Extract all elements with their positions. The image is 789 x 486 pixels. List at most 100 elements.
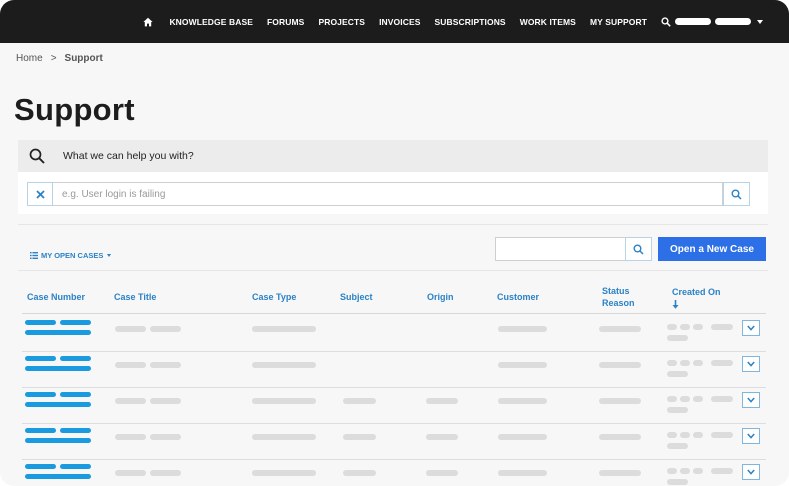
row-expand-button[interactable] [742,428,760,444]
case-title-placeholder [150,326,181,332]
breadcrumb: Home > Support [16,53,103,64]
table-row[interactable] [22,424,766,460]
origin-placeholder [426,398,458,404]
case-number-placeholder [25,330,91,335]
case-title-placeholder [115,326,146,332]
help-search-header: What we can help you with? [18,140,768,172]
column-header-origin[interactable]: Origin [427,280,454,314]
help-search-panel [18,172,768,214]
origin-placeholder [426,434,458,440]
breadcrumb-separator: > [50,53,57,64]
user-name-placeholder[interactable] [715,18,751,25]
created-on-placeholder [693,468,703,474]
created-on-placeholder [711,360,733,366]
column-label: Case Number [27,292,86,302]
page-title: Support [14,92,135,127]
created-on-placeholder [667,360,677,366]
help-search-input[interactable] [53,182,723,206]
status-reason-placeholder [599,434,641,440]
chevron-down-icon [107,254,112,257]
clear-search-button[interactable] [27,182,53,206]
list-icon [30,252,38,259]
case-number-placeholder [25,464,56,469]
user-menu-chevron-down-icon[interactable] [757,19,763,24]
column-label: Customer [497,292,540,302]
customer-placeholder [498,362,547,368]
help-search-button[interactable] [723,182,750,206]
open-new-case-button[interactable]: Open a New Case [658,237,766,261]
row-expand-button[interactable] [742,464,760,480]
nav-item-invoices[interactable]: INVOICES [379,17,420,27]
chevron-down-icon [747,397,755,403]
created-on-placeholder [667,479,688,485]
column-label: Created On [672,286,721,297]
created-on-placeholder [680,468,690,474]
case-number-placeholder [60,392,91,397]
top-navigation: KNOWLEDGE BASE FORUMS PROJECTS INVOICES … [0,0,789,43]
table-row[interactable] [22,352,766,388]
customer-placeholder [498,398,547,404]
nav-item-forums[interactable]: FORUMS [267,17,304,27]
created-on-placeholder [667,432,677,438]
column-header-case-number[interactable]: Case Number [27,280,85,314]
close-icon [35,189,45,199]
breadcrumb-home-link[interactable]: Home [16,53,43,64]
case-title-placeholder [150,362,181,368]
column-header-case-title[interactable]: Case Title [114,280,156,314]
home-icon[interactable] [143,17,154,27]
case-view-selector[interactable]: MY OPEN CASES [30,251,112,260]
user-name-placeholder[interactable] [675,18,711,25]
chevron-down-icon [747,433,755,439]
column-header-status-reason[interactable]: Status Reason [602,280,652,314]
row-expand-button[interactable] [742,356,760,372]
case-number-placeholder [25,402,91,407]
created-on-placeholder [680,396,690,402]
search-icon [731,189,742,200]
nav-item-my-support[interactable]: MY SUPPORT [590,17,647,27]
case-title-placeholder [150,398,181,404]
created-on-placeholder [711,396,733,402]
chevron-down-icon [747,325,755,331]
section-divider [18,224,768,225]
case-number-placeholder [60,464,91,469]
case-type-placeholder [252,362,316,368]
nav-item-projects[interactable]: PROJECTS [318,17,365,27]
case-number-placeholder [25,356,56,361]
case-number-placeholder [25,320,56,325]
section-divider [18,270,768,271]
status-reason-placeholder [599,470,641,476]
created-on-placeholder [667,396,677,402]
customer-placeholder [498,434,547,440]
table-row[interactable] [22,388,766,424]
column-header-subject[interactable]: Subject [340,280,373,314]
app-frame: KNOWLEDGE BASE FORUMS PROJECTS INVOICES … [0,0,789,486]
customer-placeholder [498,326,547,332]
column-label: Case Title [114,292,157,302]
search-icon [29,148,45,164]
nav-item-knowledge-base[interactable]: KNOWLEDGE BASE [169,17,253,27]
row-expand-button[interactable] [742,320,760,336]
chevron-down-icon [747,469,755,475]
column-header-created-on[interactable]: Created On [672,280,721,314]
case-search-button[interactable] [625,237,652,261]
origin-placeholder [426,470,458,476]
case-title-placeholder [115,470,146,476]
status-reason-placeholder [599,398,641,404]
case-title-placeholder [115,362,146,368]
search-icon[interactable] [661,16,671,27]
nav-item-subscriptions[interactable]: SUBSCRIPTIONS [435,17,506,27]
case-number-placeholder [25,366,91,371]
customer-placeholder [498,470,547,476]
table-row[interactable] [22,316,766,352]
table-row[interactable] [22,460,766,486]
case-search-input[interactable] [495,237,626,261]
created-on-placeholder [667,407,688,413]
column-label: Subject [340,292,373,302]
help-prompt: What we can help you with? [63,150,194,162]
column-header-customer[interactable]: Customer [497,280,539,314]
case-number-placeholder [60,428,91,433]
nav-item-work-items[interactable]: WORK ITEMS [520,17,576,27]
subject-placeholder [343,470,376,476]
row-expand-button[interactable] [742,392,760,408]
column-header-case-type[interactable]: Case Type [252,280,296,314]
